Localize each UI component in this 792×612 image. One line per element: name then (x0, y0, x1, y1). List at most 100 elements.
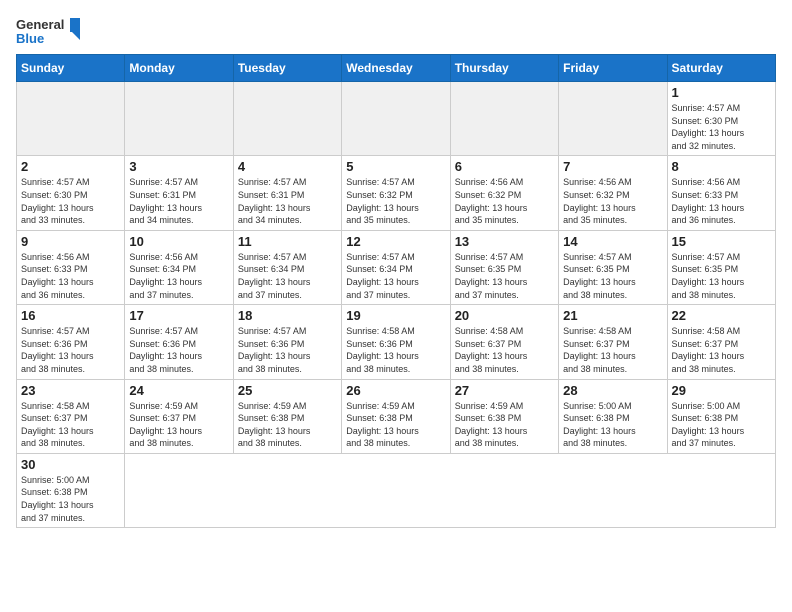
calendar-row: 9 Sunrise: 4:56 AM Sunset: 6:33 PM Daylig… (17, 230, 776, 304)
weekday-header-saturday: Saturday (667, 55, 775, 82)
calendar-cell: 6 Sunrise: 4:56 AM Sunset: 6:32 PM Daylig… (450, 156, 558, 230)
logo: GeneralBlue (16, 16, 86, 46)
day-number: 28 (563, 383, 662, 398)
day-number: 3 (129, 159, 228, 174)
calendar-cell (450, 82, 558, 156)
calendar-cell: 14Sunrise: 4:57 AM Sunset: 6:35 PM Dayli… (559, 230, 667, 304)
calendar-row: 1 Sunrise: 4:57 AM Sunset: 6:30 PM Daylig… (17, 82, 776, 156)
day-info: Sunrise: 4:58 AM Sunset: 6:36 PM Dayligh… (346, 325, 445, 375)
day-info: Sunrise: 4:57 AM Sunset: 6:35 PM Dayligh… (563, 251, 662, 301)
day-number: 27 (455, 383, 554, 398)
day-info: Sunrise: 4:57 AM Sunset: 6:36 PM Dayligh… (129, 325, 228, 375)
calendar-cell: 8 Sunrise: 4:56 AM Sunset: 6:33 PM Daylig… (667, 156, 775, 230)
calendar-cell: 30Sunrise: 5:00 AM Sunset: 6:38 PM Dayli… (17, 453, 125, 527)
day-number: 19 (346, 308, 445, 323)
day-number: 1 (672, 85, 771, 100)
day-number: 16 (21, 308, 120, 323)
day-number: 6 (455, 159, 554, 174)
day-info: Sunrise: 4:59 AM Sunset: 6:38 PM Dayligh… (346, 400, 445, 450)
weekday-header-thursday: Thursday (450, 55, 558, 82)
day-number: 5 (346, 159, 445, 174)
day-info: Sunrise: 4:57 AM Sunset: 6:30 PM Dayligh… (21, 176, 120, 226)
day-info: Sunrise: 4:57 AM Sunset: 6:36 PM Dayligh… (21, 325, 120, 375)
day-info: Sunrise: 4:56 AM Sunset: 6:32 PM Dayligh… (563, 176, 662, 226)
day-info: Sunrise: 4:56 AM Sunset: 6:33 PM Dayligh… (21, 251, 120, 301)
day-number: 22 (672, 308, 771, 323)
day-info: Sunrise: 4:58 AM Sunset: 6:37 PM Dayligh… (21, 400, 120, 450)
calendar-cell: 29 Sunrise: 5:00 AM Sunset: 6:38 PM Dayli… (667, 379, 775, 453)
calendar-cell: 23Sunrise: 4:58 AM Sunset: 6:37 PM Dayli… (17, 379, 125, 453)
day-info: Sunrise: 4:57 AM Sunset: 6:34 PM Dayligh… (346, 251, 445, 301)
day-info: Sunrise: 4:57 AM Sunset: 6:32 PM Dayligh… (346, 176, 445, 226)
day-number: 18 (238, 308, 337, 323)
day-number: 11 (238, 234, 337, 249)
day-info: Sunrise: 5:00 AM Sunset: 6:38 PM Dayligh… (21, 474, 120, 524)
calendar-cell: 12Sunrise: 4:57 AM Sunset: 6:34 PM Dayli… (342, 230, 450, 304)
day-number: 15 (672, 234, 771, 249)
day-info: Sunrise: 4:57 AM Sunset: 6:35 PM Dayligh… (455, 251, 554, 301)
calendar-cell: 2 Sunrise: 4:57 AM Sunset: 6:30 PM Daylig… (17, 156, 125, 230)
day-info: Sunrise: 4:58 AM Sunset: 6:37 PM Dayligh… (563, 325, 662, 375)
calendar-cell: 21 Sunrise: 4:58 AM Sunset: 6:37 PM Dayli… (559, 305, 667, 379)
weekday-header-friday: Friday (559, 55, 667, 82)
day-number: 24 (129, 383, 228, 398)
calendar-row: 23Sunrise: 4:58 AM Sunset: 6:37 PM Dayli… (17, 379, 776, 453)
calendar-cell (17, 82, 125, 156)
calendar-row: 30Sunrise: 5:00 AM Sunset: 6:38 PM Dayli… (17, 453, 776, 527)
day-number: 20 (455, 308, 554, 323)
day-info: Sunrise: 5:00 AM Sunset: 6:38 PM Dayligh… (672, 400, 771, 450)
calendar-cell: 5 Sunrise: 4:57 AM Sunset: 6:32 PM Daylig… (342, 156, 450, 230)
day-number: 29 (672, 383, 771, 398)
calendar: SundayMondayTuesdayWednesdayThursdayFrid… (16, 54, 776, 528)
calendar-cell: 28Sunrise: 5:00 AM Sunset: 6:38 PM Dayli… (559, 379, 667, 453)
weekday-header-sunday: Sunday (17, 55, 125, 82)
calendar-cell: 13 Sunrise: 4:57 AM Sunset: 6:35 PM Dayli… (450, 230, 558, 304)
calendar-row: 2 Sunrise: 4:57 AM Sunset: 6:30 PM Daylig… (17, 156, 776, 230)
day-info: Sunrise: 4:59 AM Sunset: 6:38 PM Dayligh… (455, 400, 554, 450)
day-info: Sunrise: 4:58 AM Sunset: 6:37 PM Dayligh… (455, 325, 554, 375)
calendar-cell: 18 Sunrise: 4:57 AM Sunset: 6:36 PM Dayli… (233, 305, 341, 379)
day-number: 7 (563, 159, 662, 174)
day-info: Sunrise: 4:56 AM Sunset: 6:33 PM Dayligh… (672, 176, 771, 226)
calendar-cell: 9 Sunrise: 4:56 AM Sunset: 6:33 PM Daylig… (17, 230, 125, 304)
logo-svg: GeneralBlue (16, 16, 86, 46)
calendar-cell: 11 Sunrise: 4:57 AM Sunset: 6:34 PM Dayli… (233, 230, 341, 304)
calendar-cell (559, 82, 667, 156)
day-number: 13 (455, 234, 554, 249)
day-number: 8 (672, 159, 771, 174)
calendar-cell: 27 Sunrise: 4:59 AM Sunset: 6:38 PM Dayli… (450, 379, 558, 453)
weekday-header-wednesday: Wednesday (342, 55, 450, 82)
day-info: Sunrise: 4:59 AM Sunset: 6:38 PM Dayligh… (238, 400, 337, 450)
calendar-cell: 1 Sunrise: 4:57 AM Sunset: 6:30 PM Daylig… (667, 82, 775, 156)
day-number: 9 (21, 234, 120, 249)
day-info: Sunrise: 4:57 AM Sunset: 6:36 PM Dayligh… (238, 325, 337, 375)
calendar-cell (342, 82, 450, 156)
day-number: 4 (238, 159, 337, 174)
calendar-cell: 26 Sunrise: 4:59 AM Sunset: 6:38 PM Dayli… (342, 379, 450, 453)
day-number: 10 (129, 234, 228, 249)
day-number: 21 (563, 308, 662, 323)
day-info: Sunrise: 4:57 AM Sunset: 6:31 PM Dayligh… (238, 176, 337, 226)
day-number: 2 (21, 159, 120, 174)
day-info: Sunrise: 4:57 AM Sunset: 6:30 PM Dayligh… (672, 102, 771, 152)
svg-text:Blue: Blue (16, 31, 44, 46)
day-info: Sunrise: 4:57 AM Sunset: 6:34 PM Dayligh… (238, 251, 337, 301)
day-info: Sunrise: 4:56 AM Sunset: 6:34 PM Dayligh… (129, 251, 228, 301)
calendar-cell: 20 Sunrise: 4:58 AM Sunset: 6:37 PM Dayli… (450, 305, 558, 379)
calendar-cell (233, 82, 341, 156)
day-number: 17 (129, 308, 228, 323)
calendar-cell: 7 Sunrise: 4:56 AM Sunset: 6:32 PM Daylig… (559, 156, 667, 230)
calendar-cell: 4 Sunrise: 4:57 AM Sunset: 6:31 PM Daylig… (233, 156, 341, 230)
calendar-cell: 19 Sunrise: 4:58 AM Sunset: 6:36 PM Dayli… (342, 305, 450, 379)
calendar-cell: 25Sunrise: 4:59 AM Sunset: 6:38 PM Dayli… (233, 379, 341, 453)
calendar-cell (125, 82, 233, 156)
day-info: Sunrise: 4:56 AM Sunset: 6:32 PM Dayligh… (455, 176, 554, 226)
day-info: Sunrise: 4:58 AM Sunset: 6:37 PM Dayligh… (672, 325, 771, 375)
weekday-header-tuesday: Tuesday (233, 55, 341, 82)
day-number: 26 (346, 383, 445, 398)
calendar-row: 16 Sunrise: 4:57 AM Sunset: 6:36 PM Dayli… (17, 305, 776, 379)
svg-text:General: General (16, 17, 64, 32)
calendar-cell: 22 Sunrise: 4:58 AM Sunset: 6:37 PM Dayli… (667, 305, 775, 379)
calendar-cell: 3Sunrise: 4:57 AM Sunset: 6:31 PM Daylig… (125, 156, 233, 230)
calendar-cell: 15Sunrise: 4:57 AM Sunset: 6:35 PM Dayli… (667, 230, 775, 304)
